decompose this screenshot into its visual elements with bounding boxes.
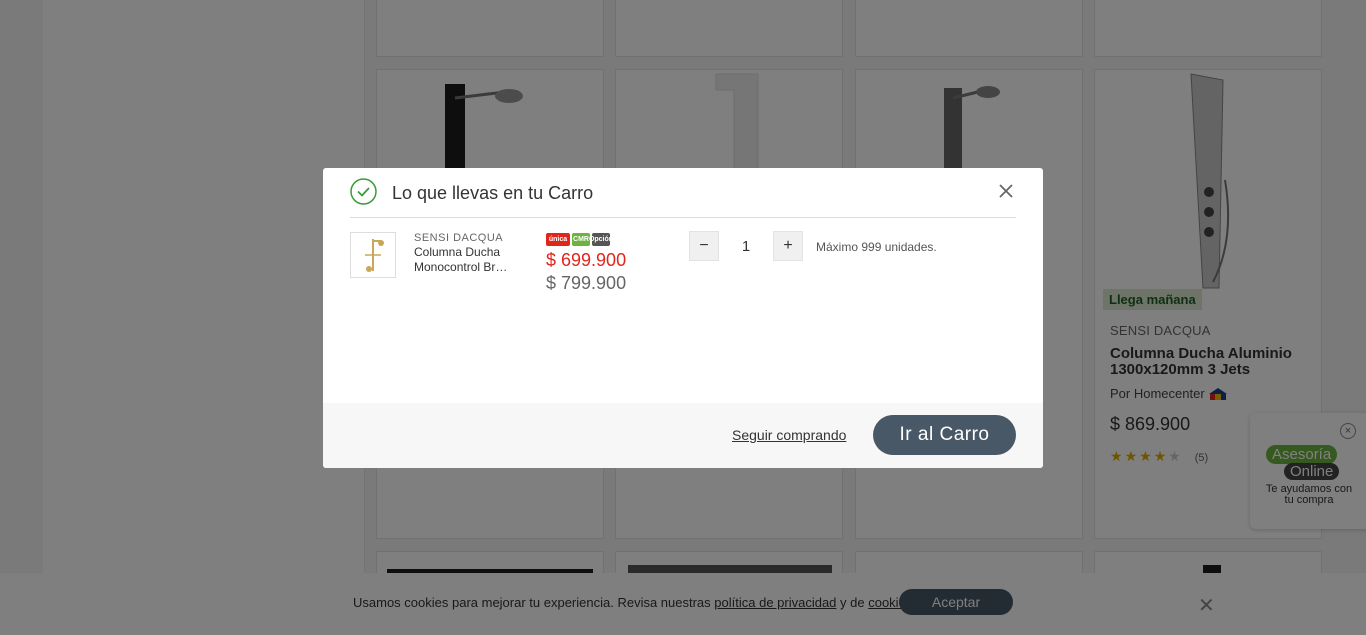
cart-item-image (350, 232, 396, 278)
check-circle-icon (350, 178, 377, 205)
continue-shopping-link[interactable]: Seguir comprando (732, 427, 846, 443)
cart-item-brand: SENSI DACQUA (414, 232, 504, 244)
modal-title: Lo que llevas en tu Carro (392, 183, 594, 203)
cart-item-name-line1: Columna Ducha (414, 245, 501, 259)
cart-item-name-line2: Monocontrol Bronce (414, 260, 514, 274)
normal-price: $ 799.900 (546, 273, 627, 293)
opcion-badge: Opción (589, 233, 613, 246)
payment-badges: única CMR Opción (546, 233, 613, 246)
modal-header: Lo que llevas en tu Carro (350, 178, 1016, 218)
go-to-cart-button[interactable]: Ir al Carro (873, 415, 1016, 455)
cart-item-name: Columna Ducha Monocontrol Bronce (414, 245, 514, 275)
increase-quantity-button[interactable]: + (773, 231, 803, 261)
unica-badge: única (546, 233, 570, 246)
close-icon[interactable] (996, 181, 1016, 201)
modal-footer: Seguir comprando Ir al Carro (323, 403, 1043, 468)
shower-thumbnail (365, 239, 384, 272)
sale-price: $ 699.900 (546, 250, 627, 270)
max-units-note: Máximo 999 unidades. (816, 240, 937, 254)
quantity-value[interactable]: 1 (725, 238, 767, 255)
add-to-cart-modal: Lo que llevas en tu Carro SENSI DACQUA C… (323, 168, 1043, 468)
cmr-badge: CMR (572, 233, 590, 246)
decrease-quantity-button[interactable]: − (689, 231, 719, 261)
